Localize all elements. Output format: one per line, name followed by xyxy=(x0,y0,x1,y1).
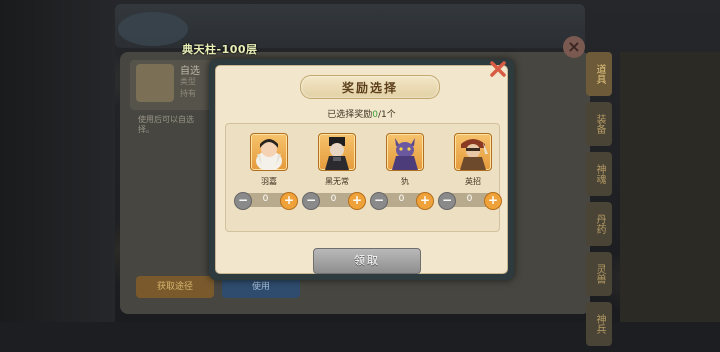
quantity-value: 0 xyxy=(398,194,405,204)
minus-button[interactable]: − xyxy=(438,192,456,210)
get-source-button[interactable]: 获取途径 xyxy=(136,276,214,298)
item-type: 类型 xyxy=(180,77,196,86)
dialog-title: 奖励选择 xyxy=(341,81,398,95)
dialog-title-bar: 奖励选择 xyxy=(300,75,440,99)
item-name: 自选 xyxy=(180,66,200,77)
quantity-stepper: − 0 + xyxy=(302,192,366,210)
item-description-2: 择。 xyxy=(138,125,154,134)
quantity-value: 0 xyxy=(262,194,269,204)
hero-name: 羽嘉 xyxy=(261,177,277,186)
item-owned: 持有 xyxy=(180,89,196,98)
quantity-stepper: − 0 + xyxy=(438,192,502,210)
minus-button[interactable]: − xyxy=(234,192,252,210)
plus-button[interactable]: + xyxy=(280,192,298,210)
quantity-value: 0 xyxy=(466,194,473,204)
tab-equipment[interactable]: 装备 xyxy=(586,102,612,146)
selection-total: /1个 xyxy=(377,110,396,120)
reward-select-dialog: 奖励选择 已选择奖励0/1个 羽嘉 − 0 + 黑无常 − 0 + 犰 − 0 … xyxy=(209,59,514,280)
plus-button[interactable]: + xyxy=(416,192,434,210)
item-icon xyxy=(136,64,174,102)
hero-yujia-icon[interactable] xyxy=(250,133,288,171)
minus-button[interactable]: − xyxy=(302,192,320,210)
hero-qiu-icon[interactable] xyxy=(386,133,424,171)
close-icon xyxy=(490,61,506,77)
dialog-body: 奖励选择 已选择奖励0/1个 羽嘉 − 0 + 黑无常 − 0 + 犰 − 0 … xyxy=(215,65,508,274)
x-icon[interactable] xyxy=(488,59,508,79)
tab-items[interactable]: 道具 xyxy=(586,52,612,96)
background-left-area xyxy=(0,0,115,322)
minus-button[interactable]: − xyxy=(370,192,388,210)
selection-status: 已选择奖励0/1个 xyxy=(216,107,507,120)
plus-button[interactable]: + xyxy=(348,192,366,210)
tab-weapons[interactable]: 神兵 xyxy=(586,302,612,346)
hero-yingzhao-icon[interactable] xyxy=(454,133,492,171)
tab-pills[interactable]: 丹药 xyxy=(586,202,612,246)
quantity-stepper: − 0 + xyxy=(234,192,298,210)
hero-name: 黑无常 xyxy=(325,177,349,186)
selection-prefix: 已选择奖励 xyxy=(327,110,373,120)
reward-item: 黑无常 − 0 + xyxy=(302,133,371,221)
tower-floor-title: 典天柱-100层 xyxy=(182,43,258,56)
reward-item: 犰 − 0 + xyxy=(370,133,439,221)
quantity-value: 0 xyxy=(330,194,337,204)
claim-button[interactable]: 领取 xyxy=(313,248,421,274)
reward-list: 羽嘉 − 0 + 黑无常 − 0 + 犰 − 0 + 英招 − 0 + xyxy=(225,123,502,232)
hero-heiwuchang-icon[interactable] xyxy=(318,133,356,171)
inventory-close-button[interactable]: × xyxy=(563,36,585,58)
hero-name: 英招 xyxy=(465,177,481,186)
reward-item: 英招 − 0 + xyxy=(438,133,507,221)
background-right-area xyxy=(620,52,720,322)
hero-name: 犰 xyxy=(401,177,409,186)
quantity-stepper: − 0 + xyxy=(370,192,434,210)
plus-button[interactable]: + xyxy=(484,192,502,210)
tab-beasts[interactable]: 灵兽 xyxy=(586,252,612,296)
reward-item: 羽嘉 − 0 + xyxy=(234,133,303,221)
tab-spirit[interactable]: 神魂 xyxy=(586,152,612,196)
cloud-decoration xyxy=(118,12,188,46)
inventory-tabs: 道具 装备 神魂 丹药 灵兽 神兵 xyxy=(586,52,616,352)
